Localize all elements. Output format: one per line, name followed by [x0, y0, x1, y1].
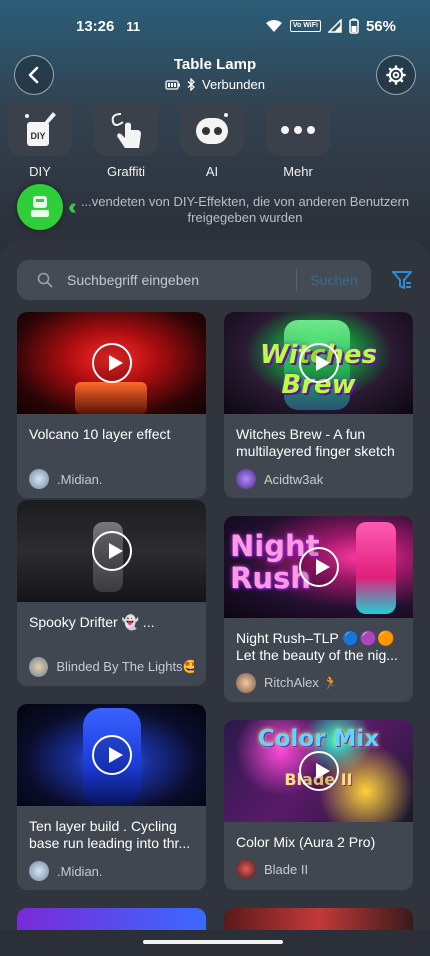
effect-thumbnail[interactable]: Witches Brew	[224, 312, 413, 414]
title-block: Table Lamp Verbunden	[0, 56, 430, 92]
bluetooth-icon	[187, 78, 195, 91]
category-label-ai: AI	[205, 164, 219, 179]
filter-button[interactable]	[391, 269, 413, 296]
effect-card[interactable]: Volcano 10 layer effect .Midian.	[17, 312, 206, 498]
effect-card[interactable]: Witches Brew Witches Brew - A fun multil…	[224, 312, 413, 498]
effect-author[interactable]: Acidtw3ak	[224, 466, 413, 492]
effect-title: Color Mix (Aura 2 Pro)	[236, 834, 376, 850]
effect-title: Volcano 10 layer effect	[29, 426, 171, 442]
category-row: DIY DIY Graffiti AI Mehr	[8, 104, 330, 179]
category-ai[interactable]: AI	[180, 104, 244, 179]
effect-card[interactable]: Night Rush Night Rush–TLP 🔵🟣🟠 Let the be…	[224, 516, 413, 702]
effect-thumbnail[interactable]	[17, 500, 206, 602]
effects-panel: Suchen Volcano 10 layer effect .Midian.	[0, 240, 430, 956]
effect-title: Ten layer build . Cycling base run leadi…	[29, 818, 191, 851]
avatar	[236, 673, 256, 693]
play-icon[interactable]	[91, 735, 132, 775]
category-label-graffiti: Graffiti	[106, 164, 146, 179]
author-name: Blinded By The Lights🤩	[56, 659, 194, 674]
category-graffiti[interactable]: Graffiti	[94, 104, 158, 179]
hand-draw-icon	[111, 113, 141, 148]
author-name: RitchAlex 🏃	[264, 675, 339, 690]
wifi-icon	[265, 20, 282, 32]
effect-title: Witches Brew - A fun multilayered finger…	[236, 426, 395, 459]
category-more[interactable]: Mehr	[266, 104, 330, 179]
shared-effects-info: ...vendeten von DIY-Effekten, die von an…	[80, 194, 410, 225]
play-icon[interactable]	[298, 343, 339, 383]
author-name: .Midian.	[57, 863, 103, 879]
floating-lamp-button[interactable]	[17, 184, 63, 230]
filter-icon	[392, 271, 412, 289]
play-icon[interactable]	[91, 531, 132, 571]
effect-title: Night Rush–TLP 🔵🟣🟠 Let the beauty of the…	[236, 630, 398, 663]
author-name: Blade II	[264, 861, 309, 877]
device-title: Table Lamp	[173, 56, 257, 73]
search-box: Suchen	[17, 260, 371, 300]
play-icon[interactable]	[298, 547, 339, 587]
category-label-more: Mehr	[283, 164, 313, 179]
effect-title: Spooky Drifter 👻 ...	[29, 614, 155, 630]
category-label-diy: DIY	[29, 164, 51, 179]
status-time: 13:26	[76, 17, 115, 35]
avatar	[236, 859, 256, 879]
lamp-icon	[31, 196, 49, 217]
effect-card[interactable]: Ten layer build . Cycling base run leadi…	[17, 704, 206, 890]
double-chevron-left-icon: ‹‹	[68, 194, 76, 219]
thumbnail-caption-title: Color Mix	[257, 726, 380, 752]
gear-icon	[386, 65, 406, 85]
effect-thumbnail[interactable]: Color Mix Blade II	[224, 720, 413, 822]
vowifi-badge: Vo WiFi	[289, 20, 321, 32]
effect-author[interactable]: Blinded By The Lights🤩	[17, 654, 206, 680]
avatar	[29, 469, 49, 489]
connection-status: Verbunden	[202, 77, 265, 92]
home-gesture-bar[interactable]	[143, 940, 283, 944]
robot-icon	[196, 113, 228, 144]
battery-icon	[349, 18, 359, 34]
avatar	[29, 657, 49, 677]
effect-thumbnail[interactable]	[17, 312, 206, 414]
effect-author[interactable]: .Midian.	[17, 466, 206, 492]
more-dots-icon	[281, 126, 315, 134]
search-input[interactable]	[67, 272, 296, 288]
effect-card[interactable]: Color Mix Blade II Color Mix (Aura 2 Pro…	[224, 720, 413, 890]
play-icon[interactable]	[91, 343, 132, 383]
effect-author[interactable]: RitchAlex 🏃	[224, 670, 413, 696]
battery-outline-icon	[165, 79, 181, 90]
status-bar: 13:26 11 Vo WiFi 56%	[0, 0, 430, 52]
effect-thumbnail[interactable]	[17, 704, 206, 806]
battery-percent: 56%	[365, 17, 396, 35]
notification-count: 11	[126, 18, 141, 34]
effect-card[interactable]: Spooky Drifter 👻 ... Blinded By The Ligh…	[17, 500, 206, 686]
app-header: Table Lamp Verbunden	[0, 52, 430, 98]
svg-text:DIY: DIY	[30, 131, 45, 141]
category-diy[interactable]: DIY DIY	[8, 104, 72, 179]
signal-icon	[327, 19, 342, 33]
search-row: Suchen	[17, 260, 413, 300]
search-button[interactable]: Suchen	[297, 272, 371, 288]
effect-thumbnail[interactable]: Night Rush	[224, 516, 413, 618]
play-icon[interactable]	[298, 751, 339, 791]
author-name: .Midian.	[57, 471, 103, 487]
effect-author[interactable]: Blade II	[224, 856, 413, 882]
avatar	[29, 861, 49, 881]
effect-author[interactable]: .Midian.	[17, 858, 206, 884]
search-icon	[37, 272, 53, 288]
device-status: Verbunden	[0, 77, 430, 92]
settings-button[interactable]	[376, 55, 416, 95]
avatar	[236, 469, 256, 489]
diy-icon: DIY	[25, 112, 56, 146]
system-nav-bar	[0, 930, 430, 956]
author-name: Acidtw3ak	[264, 471, 324, 487]
